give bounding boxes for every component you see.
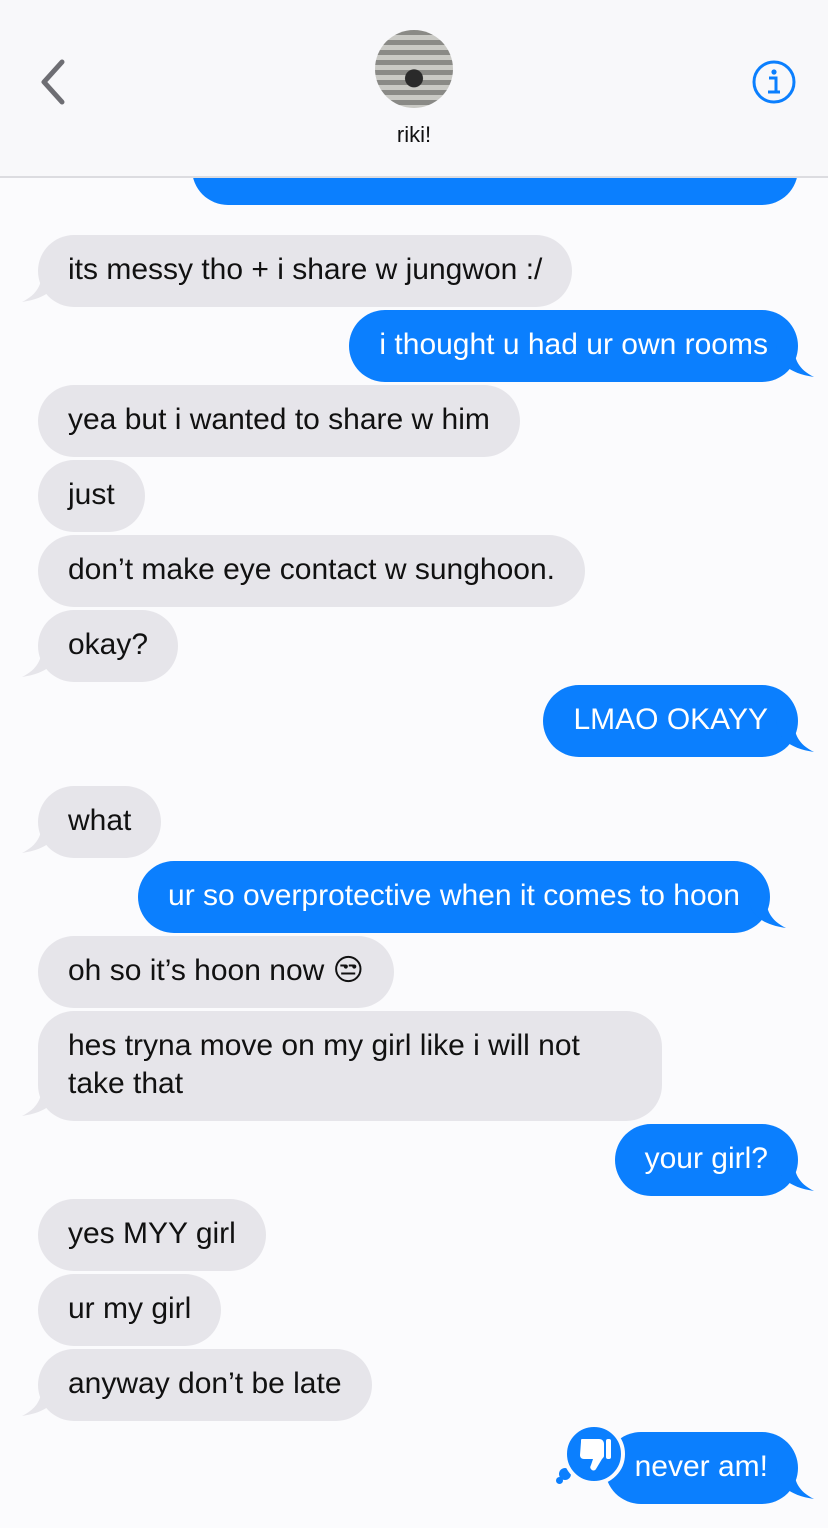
bubble-tail	[748, 896, 786, 928]
message-bubble-incoming[interactable]: don’t make eye contact w sunghoon.	[38, 535, 585, 607]
bubble-tail	[776, 1467, 814, 1499]
bubble-tail	[776, 1159, 814, 1191]
message-bubble-incoming[interactable]: yea but i wanted to share w him	[38, 385, 520, 457]
message-bubble-outgoing[interactable]: i thought u had ur own rooms	[349, 310, 798, 382]
message-bubble-incoming[interactable]: just	[38, 460, 145, 532]
info-icon[interactable]	[752, 60, 796, 104]
message-bubble-outgoing[interactable]: ur so overprotective when it comes to ho…	[138, 861, 770, 933]
bubble-tail	[22, 1084, 60, 1116]
bubble-tail	[22, 645, 60, 677]
message-bubble-incoming[interactable]: yes MYY girl	[38, 1199, 266, 1271]
chevron-left-icon[interactable]	[36, 58, 72, 106]
bubble-tail	[776, 720, 814, 752]
message-bubble-outgoing[interactable]: your girl?	[614, 1124, 798, 1196]
bubble-tail	[22, 821, 60, 853]
avatar[interactable]	[375, 30, 453, 108]
message-bubble-incoming[interactable]: its messy tho + i share w jungwon :/	[38, 235, 573, 307]
message-bubble-outgoing[interactable]: never am!	[604, 1432, 798, 1504]
bubble-tail	[22, 1384, 60, 1416]
message-bubble-incoming[interactable]: oh so it’s hoon now 😒	[38, 936, 394, 1008]
thumbs-down-reaction[interactable]	[563, 1423, 625, 1485]
conversation-header: riki!	[0, 0, 828, 178]
contact-name[interactable]: riki!	[0, 122, 828, 148]
message-bubble-incoming[interactable]: ur my girl	[38, 1274, 222, 1346]
message-bubble-incoming[interactable]: anyway don’t be late	[38, 1349, 372, 1421]
thumbs-down-icon	[580, 1439, 611, 1471]
message-bubble-outgoing[interactable]: LMAO OKAYY	[543, 685, 798, 757]
bubble-tail	[22, 270, 60, 302]
bubble-tail	[776, 345, 814, 377]
message-bubble-incoming[interactable]: hes tryna move on my girl like i will no…	[38, 1011, 662, 1121]
